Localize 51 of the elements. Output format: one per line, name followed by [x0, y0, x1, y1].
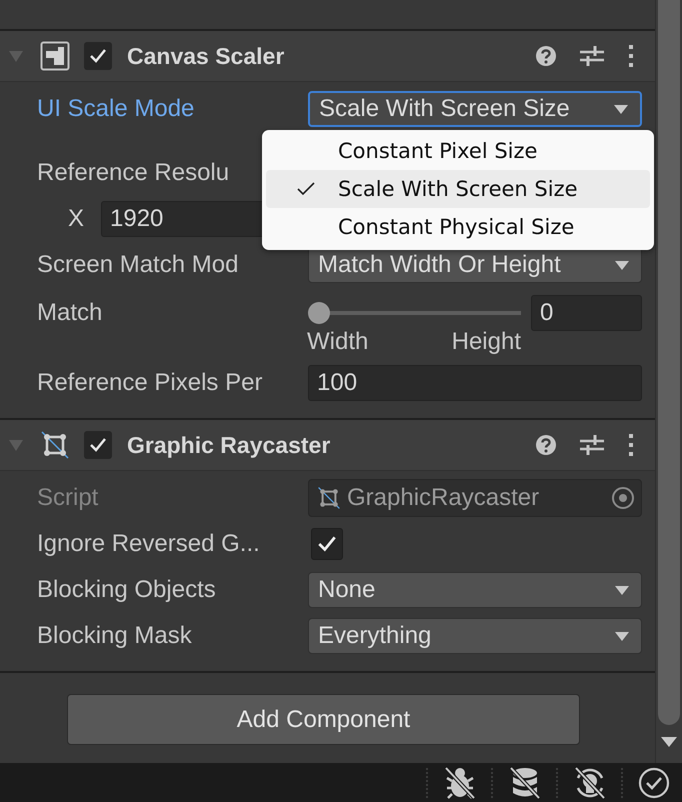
- help-icon[interactable]: [535, 45, 557, 67]
- component-header[interactable]: Canvas Scaler: [0, 31, 655, 82]
- property-label: UI Scale Mode: [37, 95, 196, 123]
- property-label: Reference Pixels Per: [37, 369, 264, 397]
- property-label: Script: [37, 484, 100, 512]
- dropdown[interactable]: Scale With Screen Size: [308, 91, 642, 127]
- caret-icon: [614, 104, 628, 114]
- property-label: Match: [37, 299, 104, 327]
- property-label: Reference Resolu: [37, 159, 230, 187]
- enable-checkbox[interactable]: [84, 42, 112, 70]
- database-off-icon[interactable]: [508, 766, 542, 800]
- caret-icon: [615, 260, 629, 270]
- slider-min-label: Width: [307, 328, 368, 356]
- slider-max-label: Height: [452, 328, 521, 356]
- more-menu-icon[interactable]: [627, 433, 635, 457]
- property-label: Screen Match Mod: [37, 251, 240, 279]
- more-menu-icon[interactable]: [627, 44, 635, 68]
- raycaster-icon: [40, 430, 70, 460]
- menu-option[interactable]: Scale With Screen Size: [266, 170, 650, 208]
- check-circle-icon[interactable]: [638, 766, 670, 798]
- caret-icon: [615, 632, 629, 640]
- property-label: Blocking Mask: [37, 622, 193, 650]
- script-icon: [317, 486, 341, 510]
- scroll-down-arrow-icon[interactable]: [661, 737, 677, 747]
- axis-label: X: [68, 205, 86, 233]
- menu-option[interactable]: Constant Pixel Size: [266, 132, 650, 170]
- canvas-scaler-icon: [40, 41, 70, 71]
- settings-sliders-icon[interactable]: [579, 433, 605, 457]
- dropdown[interactable]: Everything: [308, 618, 642, 654]
- caret-icon: [615, 586, 629, 594]
- number-field[interactable]: 0: [531, 295, 642, 331]
- dropdown[interactable]: None: [308, 572, 642, 608]
- component-title: Graphic Raycaster: [127, 432, 330, 458]
- dropdown[interactable]: Match Width Or Height: [308, 247, 642, 283]
- object-field: GraphicRaycaster: [308, 479, 642, 517]
- check-icon: [297, 182, 315, 196]
- lightbulb-off-icon[interactable]: [573, 766, 607, 800]
- property-label: Blocking Objects: [37, 576, 217, 604]
- help-icon[interactable]: [535, 434, 557, 456]
- enable-checkbox[interactable]: [84, 431, 112, 459]
- checkbox[interactable]: [311, 528, 343, 560]
- component-header[interactable]: Graphic Raycaster: [0, 420, 655, 471]
- number-field[interactable]: 100: [308, 365, 642, 401]
- property-label: Ignore Reversed G...: [37, 530, 261, 558]
- slider-thumb[interactable]: [308, 302, 330, 324]
- component-title: Canvas Scaler: [127, 42, 284, 70]
- bug-off-icon[interactable]: [443, 766, 477, 800]
- add-component-button[interactable]: Add Component: [67, 694, 580, 745]
- settings-sliders-icon[interactable]: [579, 44, 605, 68]
- object-picker-icon[interactable]: [611, 486, 635, 510]
- scrollbar-thumb[interactable]: [658, 0, 680, 725]
